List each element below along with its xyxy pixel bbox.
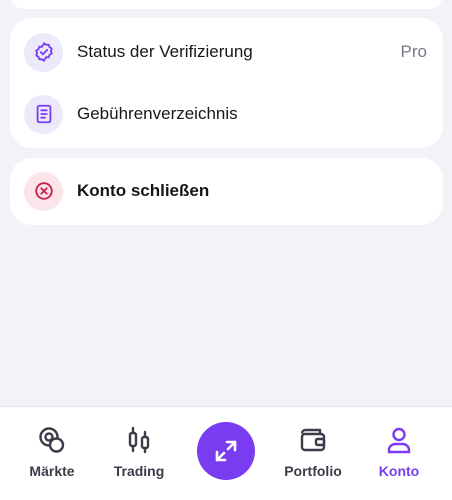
account-menu-card: Status der Verifizierung Pro Gebührenver… xyxy=(10,18,443,148)
tab-label: Märkte xyxy=(29,463,75,479)
close-account-label: Konto schließen xyxy=(77,181,210,200)
tab-markets[interactable]: Märkte xyxy=(12,407,92,500)
swap-arrows-icon xyxy=(215,440,237,462)
document-icon xyxy=(24,94,63,134)
tab-trading[interactable]: Trading xyxy=(99,407,179,500)
tab-label: Portfolio xyxy=(284,463,342,479)
close-account-row[interactable]: Konto schließen xyxy=(10,162,443,220)
coins-icon xyxy=(37,425,67,455)
verification-status-row[interactable]: Status der Verifizierung Pro xyxy=(10,23,443,81)
verification-status-value: Pro xyxy=(400,42,427,61)
verified-badge-icon xyxy=(24,32,63,72)
fee-schedule-label: Gebührenverzeichnis xyxy=(77,104,238,123)
tab-account[interactable]: Konto xyxy=(359,407,439,500)
close-account-card: Konto schließen xyxy=(10,158,443,225)
wallet-icon xyxy=(298,425,328,455)
candlestick-icon xyxy=(124,425,154,455)
close-circle-icon xyxy=(24,171,63,211)
tab-label: Konto xyxy=(378,463,420,479)
verification-status-label: Status der Verifizierung xyxy=(77,42,253,61)
previous-card xyxy=(10,0,443,9)
tab-label: Trading xyxy=(113,463,165,479)
fee-schedule-row[interactable]: Gebührenverzeichnis xyxy=(10,85,443,143)
account-screen: Status der Verifizierung Pro Gebührenver… xyxy=(0,0,452,500)
tab-portfolio[interactable]: Portfolio xyxy=(273,407,353,500)
trade-swap-button[interactable] xyxy=(197,422,255,480)
person-icon xyxy=(384,425,414,455)
